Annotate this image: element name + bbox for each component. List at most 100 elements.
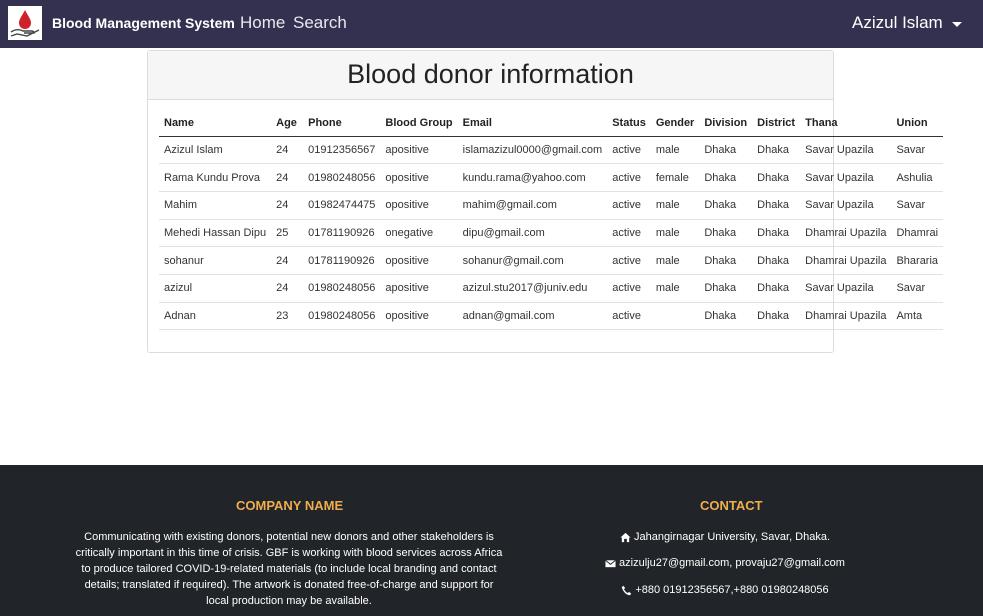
table-cell: 23 — [271, 302, 304, 331]
table-cell: azizul.stu2017@juniv.edu — [457, 274, 608, 303]
table-cell: mahim@gmail.com — [457, 191, 608, 220]
nav-home-link[interactable]: Home — [240, 13, 285, 33]
footer: COMPANY NAME Communicating with existing… — [0, 465, 983, 616]
brand-title[interactable]: Blood Management System — [52, 15, 235, 31]
table-cell: Dhaka — [752, 136, 801, 165]
table-cell: azizul — [159, 274, 272, 303]
table-cell: Dhaka — [752, 163, 801, 192]
table-cell: adnan@gmail.com — [457, 302, 608, 331]
company-description: Communicating with existing donors, pote… — [75, 531, 503, 607]
table-cell: Savar Upazila — [800, 163, 892, 192]
blood-drop-hand-logo[interactable] — [8, 6, 42, 40]
column-header: Phone — [303, 110, 381, 137]
column-header: Division — [699, 110, 753, 137]
table-cell: opositive — [380, 246, 458, 275]
table-cell: male — [650, 274, 700, 303]
user-menu-dropdown[interactable]: Azizul Islam — [852, 13, 962, 33]
column-header: Age — [271, 110, 304, 137]
table-cell: 01980248056 — [303, 302, 381, 331]
column-header: Thana — [800, 110, 892, 137]
donor-table: Name Age Phone Blood Group Email Status … — [159, 110, 944, 331]
table-cell: Dhamrai Upazila — [800, 246, 892, 275]
address-text: Jahangirnagar University, Savar, Dhaka. — [633, 531, 831, 543]
navbar: Blood Management System Home Search Aziz… — [0, 0, 983, 48]
column-header: Name — [159, 110, 272, 137]
table-cell: active — [607, 191, 651, 220]
table-cell: Ashulia — [891, 163, 944, 192]
table-cell: Savar — [891, 191, 944, 220]
table-cell: 24 — [271, 163, 304, 192]
table-cell: 25 — [271, 219, 304, 248]
table-cell: opositive — [380, 191, 458, 220]
table-row: Mahim 24 01982474475 opositive mahim@gmail.c… — [159, 191, 944, 220]
table-cell: male — [650, 219, 700, 248]
table-cell: Dhaka — [699, 302, 753, 331]
table-cell: Dhaka — [699, 274, 753, 303]
table-cell: opositive — [380, 163, 458, 192]
table-cell: 24 — [271, 274, 304, 303]
table-cell: 01781190926 — [303, 246, 381, 275]
table-cell: Dhaka — [699, 191, 753, 220]
table-cell: Savar — [891, 274, 944, 303]
table-cell: Savar Upazila — [800, 274, 892, 303]
table-cell: Dhaka — [699, 163, 753, 192]
table-cell: active — [607, 219, 651, 248]
column-header: Status — [607, 110, 651, 137]
column-header: Union — [891, 110, 944, 137]
table-cell: Mehedi Hassan Dipu — [159, 219, 272, 248]
table-cell: active — [607, 274, 651, 303]
column-header: District — [752, 110, 801, 137]
table-cell: islamazizul0000@gmail.com — [457, 136, 608, 165]
user-name: Azizul Islam — [852, 13, 943, 32]
table-cell: Amta — [891, 302, 944, 331]
home-icon — [620, 532, 631, 542]
table-row: Adnan 23 01980248056 opositive adnan@gmail.c… — [159, 302, 944, 331]
table-cell: Dhaka — [699, 219, 753, 248]
table-cell: Dhaka — [752, 219, 801, 248]
table-cell: Dhaka — [699, 136, 753, 165]
page-title: Blood donor information — [347, 59, 634, 89]
table-cell: 01980248056 — [303, 163, 381, 192]
table-cell: Mahim — [159, 191, 272, 220]
table-cell: active — [607, 302, 651, 331]
table-cell: kundu.rama@yahoo.com — [457, 163, 608, 192]
table-cell: Adnan — [159, 302, 272, 331]
caret-down-icon — [951, 21, 962, 27]
table-cell: Dhaka — [752, 191, 801, 220]
company-heading: COMPANY NAME — [236, 498, 344, 513]
column-header: Blood Group — [380, 110, 458, 137]
table-cell — [650, 302, 700, 331]
table-cell: active — [607, 136, 651, 165]
table-row: Rama Kundu Prova 24 01980248056 opositive ku… — [159, 163, 944, 192]
phone-text: +880 01912356567,+880 01980248056 — [635, 584, 829, 596]
table-cell: male — [650, 136, 700, 165]
email-text[interactable]: azizulju27@gmail.com, provaju27@gmail.co… — [619, 557, 845, 569]
table-cell: Dhamrai Upazila — [800, 302, 892, 331]
envelope-icon — [605, 559, 616, 567]
table-cell: active — [607, 163, 651, 192]
table-cell: Dhaka — [752, 246, 801, 275]
table-cell: male — [650, 246, 700, 275]
table-cell: 24 — [271, 136, 304, 165]
table-cell: Azizul Islam — [159, 136, 272, 165]
table-cell: dipu@gmail.com — [457, 219, 608, 248]
contact-address: Jahangirnagar University, Savar, Dhaka. — [560, 531, 890, 543]
nav-search-link[interactable]: Search — [293, 13, 347, 33]
table-cell: Dhaka — [699, 246, 753, 275]
table-row: sohanur 24 01781190926 opositive sohanur@gma… — [159, 246, 944, 275]
table-cell: 01982474475 — [303, 191, 381, 220]
contact-phone: +880 01912356567,+880 01980248056 — [560, 584, 890, 596]
contact-email: azizulju27@gmail.com, provaju27@gmail.co… — [560, 557, 890, 569]
column-header: Email — [457, 110, 608, 137]
table-cell: 01781190926 — [303, 219, 381, 248]
table-cell: Savar Upazila — [800, 191, 892, 220]
table-header-row: Name Age Phone Blood Group Email Status … — [159, 110, 944, 137]
table-cell: opositive — [380, 302, 458, 331]
table-row: Azizul Islam 24 01912356567 apositive islama… — [159, 136, 944, 165]
table-cell: apositive — [380, 136, 458, 165]
table-cell: 01980248056 — [303, 274, 381, 303]
table-cell: Dhamrai Upazila — [800, 219, 892, 248]
table-cell: 24 — [271, 191, 304, 220]
table-row: Mehedi Hassan Dipu 25 01781190926 onegative… — [159, 219, 944, 248]
table-cell: female — [650, 163, 700, 192]
